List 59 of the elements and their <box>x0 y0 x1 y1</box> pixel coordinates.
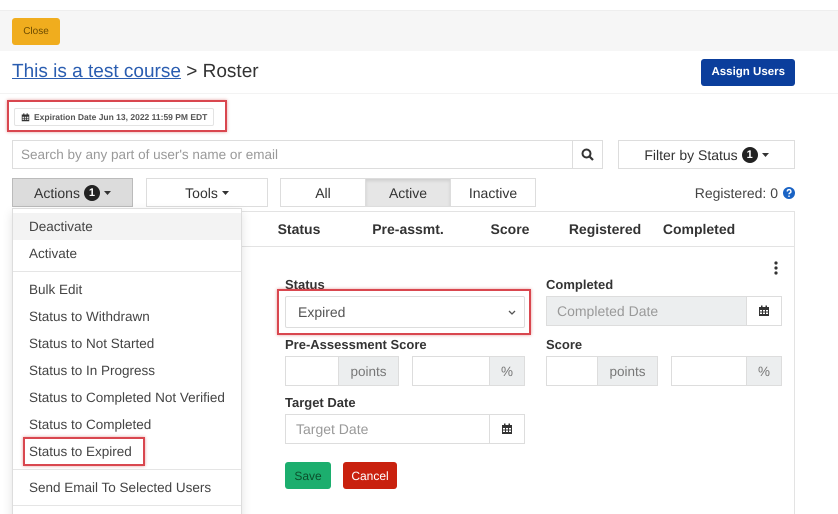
column-header[interactable]: Registered <box>551 221 659 237</box>
menu-item[interactable]: Activate <box>13 240 241 267</box>
count-badge: 1 <box>84 184 100 200</box>
calendar-button[interactable] <box>490 414 525 444</box>
more-icon[interactable] <box>774 261 778 275</box>
filter-button[interactable]: Filter by Status 1 <box>618 140 795 169</box>
menu-item[interactable]: Status to Completed Not Verified <box>13 384 241 411</box>
points-field[interactable] <box>546 356 598 386</box>
status-select[interactable]: Expired <box>285 296 525 328</box>
percent-field[interactable] <box>412 356 490 386</box>
tools-button[interactable]: Tools <box>146 178 268 207</box>
column-header[interactable]: Pre-assmt. <box>347 221 469 237</box>
expiration-text: Expiration Date Jun 13, 2022 11:59 PM EDT <box>34 112 208 122</box>
close-button[interactable]: Close <box>12 18 60 44</box>
unit-label: points <box>339 356 398 386</box>
menu-item[interactable]: Bulk Edit <box>13 276 241 303</box>
field-label: Completed <box>546 277 614 292</box>
chevron-icon <box>508 310 516 314</box>
target-date-field[interactable]: Target Date <box>285 414 490 444</box>
caret-icon <box>104 190 111 194</box>
unit-label: points <box>598 356 658 386</box>
menu-item[interactable]: Deactivate <box>13 213 241 240</box>
calendar-icon <box>21 112 30 122</box>
course-link[interactable]: This is a test course <box>12 61 181 82</box>
calendar-button[interactable] <box>747 296 782 326</box>
filter-tab[interactable]: Inactive <box>450 178 536 207</box>
breadcrumb: This is a test course > Roster <box>12 61 259 83</box>
caret-icon <box>762 152 769 156</box>
actions-button[interactable]: Actions 1 <box>12 178 133 207</box>
menu-item[interactable]: Send Email To Selected Users <box>13 474 241 501</box>
column-header[interactable]: Completed <box>659 221 739 237</box>
menu-item[interactable]: Status to Not Started <box>13 330 241 357</box>
search-field[interactable]: Search by any part of user's name or email <box>12 140 572 169</box>
menu-item[interactable]: Status to Withdrawn <box>13 303 241 330</box>
field-label: Score <box>546 337 584 352</box>
filter-tab[interactable]: Active <box>365 178 451 207</box>
cancel-button[interactable]: Cancel <box>343 462 397 489</box>
menu-item[interactable]: Status to Completed <box>13 411 241 438</box>
help-icon[interactable] <box>783 186 795 198</box>
field-label: Pre-Assessment Score <box>285 337 428 352</box>
assign-users-button[interactable]: Assign Users <box>701 58 795 86</box>
unit-label: % <box>490 356 525 386</box>
filter-tab[interactable]: All <box>280 178 366 207</box>
count-badge: 1 <box>742 146 758 162</box>
menu-item[interactable]: Status to Expired <box>13 438 241 465</box>
field-label: Status <box>285 277 326 292</box>
search-button[interactable] <box>572 140 603 169</box>
search-icon <box>581 148 594 161</box>
unit-label: % <box>746 356 782 386</box>
percent-field[interactable] <box>670 356 747 386</box>
column-header[interactable]: Score <box>469 221 551 237</box>
field-label: Target Date <box>285 395 357 410</box>
registered-count: Registered: 0 <box>694 184 778 200</box>
caret-icon <box>222 190 229 194</box>
calendar-icon <box>758 305 770 317</box>
points-field[interactable] <box>285 356 340 386</box>
calendar-icon <box>501 423 513 435</box>
column-header[interactable]: Status <box>251 221 347 237</box>
menu-item[interactable]: Status to In Progress <box>13 357 241 384</box>
